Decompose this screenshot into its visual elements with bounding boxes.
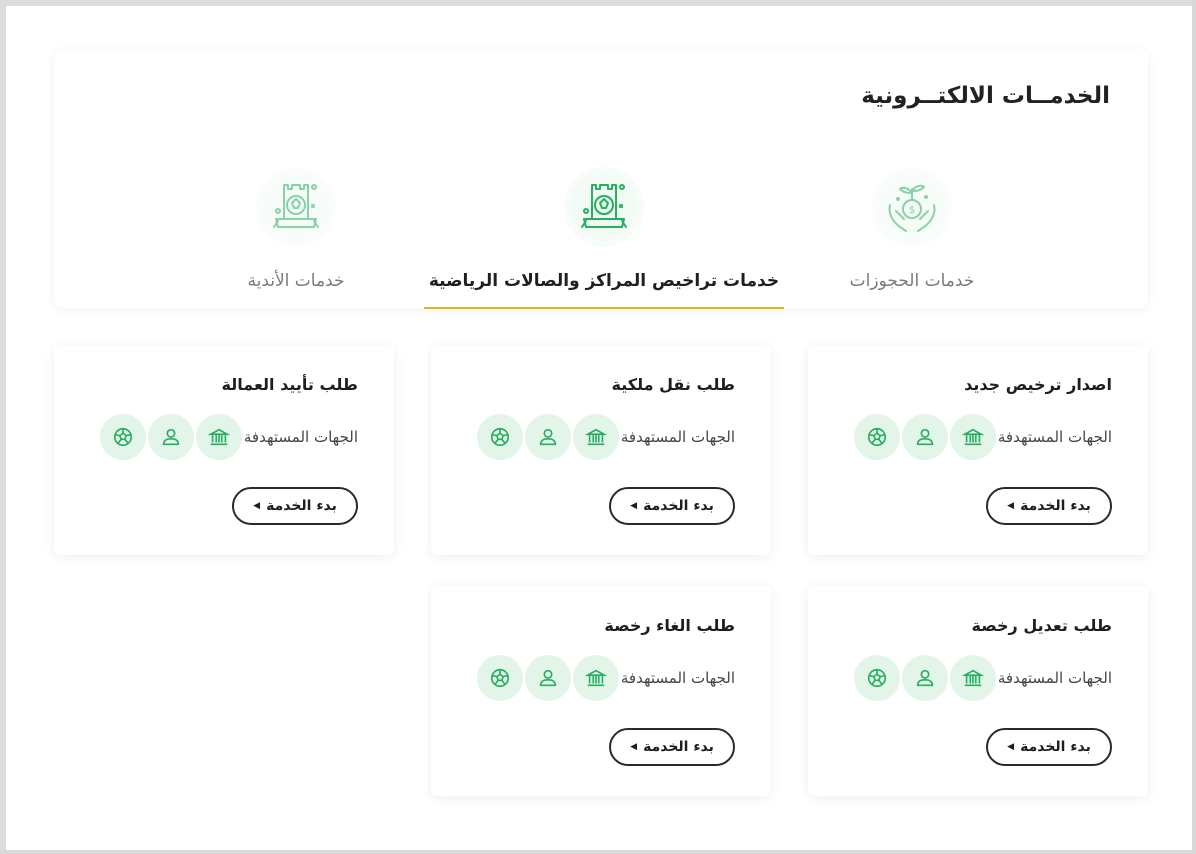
beneficiaries-row: الجهات المستهدفة (852, 654, 1112, 702)
government-building-icon (572, 655, 619, 701)
section-title: الخدمــات الالكتــرونية (861, 83, 1110, 109)
person-icon (524, 414, 571, 460)
sports-club-badge-icon (564, 167, 644, 247)
government-building-icon (572, 414, 619, 460)
frame-edge (1192, 0, 1196, 854)
person-icon (901, 655, 948, 701)
tab-label: خدمات الحجوزات (849, 271, 975, 291)
start-service-button[interactable]: بدء الخدمة ◀ (986, 728, 1112, 766)
svg-text:$: $ (909, 205, 915, 216)
person-icon (147, 414, 194, 460)
beneficiaries-row: الجهات المستهدفة (475, 654, 735, 702)
person-icon (901, 414, 948, 460)
football-icon (853, 655, 900, 701)
eservices-panel: الخدمــات الالكتــرونية $ خدمات الحجوزات (54, 49, 1148, 309)
start-service-button[interactable]: بدء الخدمة ◀ (609, 728, 735, 766)
caret-left-icon: ◀ (1007, 501, 1015, 511)
beneficiaries-label: الجهات المستهدفة (997, 669, 1112, 687)
beneficiaries-label: الجهات المستهدفة (620, 669, 735, 687)
start-service-label: بدء الخدمة (643, 498, 714, 514)
start-service-label: بدء الخدمة (266, 498, 337, 514)
caret-left-icon: ◀ (630, 742, 638, 752)
beneficiaries-row: الجهات المستهدفة (475, 413, 735, 461)
service-title: طلب نقل ملكية (611, 375, 735, 394)
active-tab-indicator (424, 307, 784, 309)
government-building-icon (195, 414, 242, 460)
service-card: اصدار ترخيص جديد الجهات المستهدفة بدء ال… (808, 345, 1148, 555)
service-card: طلب تعديل رخصة الجهات المستهدفة بدء الخد… (808, 586, 1148, 796)
service-title: طلب تأييد العمالة (221, 375, 358, 394)
service-title: اصدار ترخيص جديد (964, 375, 1112, 394)
service-card: طلب الغاء رخصة الجهات المستهدفة بدء الخد… (431, 586, 771, 796)
football-icon (476, 414, 523, 460)
beneficiaries-label: الجهات المستهدفة (997, 428, 1112, 446)
caret-left-icon: ◀ (630, 501, 638, 511)
caret-left-icon: ◀ (1007, 742, 1015, 752)
government-building-icon (949, 414, 996, 460)
frame-edge (0, 850, 1196, 854)
start-service-label: بدء الخدمة (1020, 739, 1091, 755)
sports-club-badge-icon (256, 167, 336, 247)
beneficiaries-row: الجهات المستهدفة (98, 413, 358, 461)
beneficiaries-label: الجهات المستهدفة (243, 428, 358, 446)
start-service-button[interactable]: بدء الخدمة ◀ (609, 487, 735, 525)
tab-clubs[interactable]: خدمات الأندية (116, 159, 476, 309)
government-building-icon (949, 655, 996, 701)
hands-money-icon: $ (872, 167, 952, 247)
tab-reservations[interactable]: $ خدمات الحجوزات (732, 159, 1092, 309)
football-icon (99, 414, 146, 460)
caret-left-icon: ◀ (253, 501, 261, 511)
beneficiaries-label: الجهات المستهدفة (620, 428, 735, 446)
tab-label: خدمات الأندية (247, 271, 345, 291)
football-icon (476, 655, 523, 701)
service-card: طلب نقل ملكية الجهات المستهدفة بدء الخدم… (431, 345, 771, 555)
service-card: طلب تأييد العمالة الجهات المستهدفة بدء ا… (54, 345, 394, 555)
start-service-label: بدء الخدمة (1020, 498, 1091, 514)
service-title: طلب الغاء رخصة (604, 616, 735, 635)
person-icon (524, 655, 571, 701)
tab-licenses[interactable]: خدمات تراخيص المراكز والصالات الرياضية (424, 159, 784, 309)
football-icon (853, 414, 900, 460)
service-title: طلب تعديل رخصة (971, 616, 1112, 635)
beneficiaries-row: الجهات المستهدفة (852, 413, 1112, 461)
tab-label: خدمات تراخيص المراكز والصالات الرياضية (428, 271, 780, 291)
start-service-button[interactable]: بدء الخدمة ◀ (232, 487, 358, 525)
start-service-button[interactable]: بدء الخدمة ◀ (986, 487, 1112, 525)
start-service-label: بدء الخدمة (643, 739, 714, 755)
